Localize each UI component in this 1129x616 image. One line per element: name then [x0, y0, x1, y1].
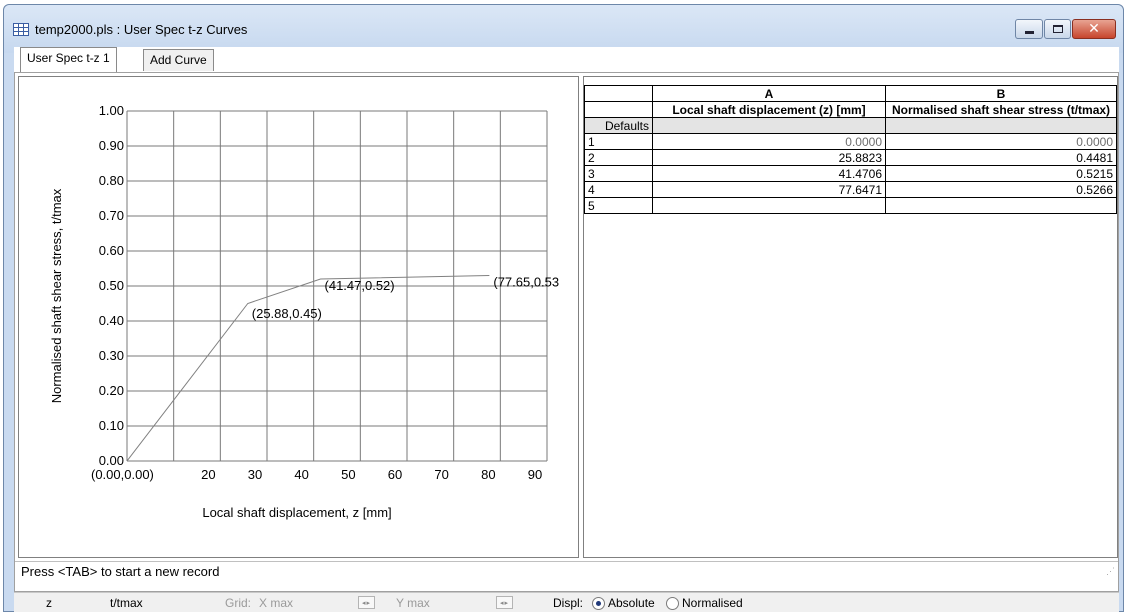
minimize-icon [1024, 30, 1034, 34]
tab-user-spec-tz-1[interactable]: User Spec t-z 1 [20, 47, 117, 72]
y-tick-label: 0.90 [99, 138, 124, 153]
cell-stress[interactable]: 0.5266 [885, 181, 1117, 198]
defaults-row: Defaults [584, 117, 1117, 134]
cell-displacement[interactable]: 77.6471 [652, 181, 886, 198]
title-bar[interactable]: temp2000.pls : User Spec t-z Curves ✕ [4, 5, 1123, 53]
close-icon: ✕ [1088, 21, 1100, 37]
row-label[interactable]: 2 [584, 149, 653, 166]
status-bar: Press <TAB> to start a new record ⋰ [15, 561, 1118, 591]
table-icon [13, 23, 29, 36]
cell-stress[interactable]: 0.0000 [885, 133, 1117, 150]
tab-strip: User Spec t-z 1 Add Curve [14, 47, 1119, 73]
corner-cell [584, 85, 653, 102]
cell-stress[interactable]: 0.5215 [885, 165, 1117, 182]
cell-stress[interactable] [885, 197, 1117, 214]
y-tick-label: 0.30 [99, 348, 124, 363]
row-label[interactable]: 3 [584, 165, 653, 182]
maximize-icon [1052, 25, 1063, 33]
cell-stress[interactable]: 0.4481 [885, 149, 1117, 166]
z-label: z [46, 596, 52, 610]
t-label: t/tmax [110, 596, 143, 610]
row-label[interactable]: 1 [584, 133, 653, 150]
table-row: 4 77.6471 0.5266 [584, 181, 1117, 198]
client-area: 0.00 0.10 0.20 0.30 0.40 0.50 0.60 0.70 0.80 0.90… [14, 72, 1119, 592]
absolute-label[interactable]: Absolute [608, 596, 655, 610]
table-row: 5 [584, 197, 1117, 214]
y-tick-label: 1.00 [99, 103, 124, 118]
maximize-button[interactable] [1044, 19, 1071, 39]
chart-options-bar: z t/tmax Grid: X max ◂▸ Y max ◂▸ Displ: … [14, 592, 1119, 612]
table-row: 2 25.8823 0.4481 [584, 149, 1117, 166]
x-tick-label: (0.00,0.00) [91, 467, 154, 482]
point-annotation: (25.88,0.45) [252, 306, 322, 321]
point-annotation: (77.65,0.53 [493, 274, 559, 289]
table-row: 1 0.0000 0.0000 [584, 133, 1117, 150]
y-tick-label: 0.70 [99, 208, 124, 223]
ymax-spinner[interactable]: ◂▸ [496, 596, 513, 609]
close-button[interactable]: ✕ [1072, 19, 1116, 39]
resize-grip-icon[interactable]: ⋰ [1106, 566, 1115, 577]
ymax-label: Y max [396, 596, 430, 610]
defaults-cell-b[interactable] [885, 117, 1117, 134]
tab-add-curve[interactable]: Add Curve [143, 49, 214, 71]
corner-cell [584, 101, 653, 118]
cell-displacement[interactable]: 25.8823 [652, 149, 886, 166]
y-tick-label: 0.10 [99, 418, 124, 433]
xmax-label: X max [259, 596, 294, 610]
xmax-spinner[interactable]: ◂▸ [358, 596, 375, 609]
normalised-radio[interactable] [666, 597, 679, 610]
cell-displacement[interactable] [652, 197, 886, 214]
tz-curve-line [126, 275, 490, 462]
absolute-radio[interactable] [592, 597, 605, 610]
window-title: temp2000.pls : User Spec t-z Curves [35, 22, 248, 37]
x-tick-label: 80 [481, 467, 495, 482]
y-tick-label: 0.00 [99, 453, 124, 468]
x-tick-label: 70 [434, 467, 448, 482]
normalised-label[interactable]: Normalised [682, 596, 743, 610]
column-header-a[interactable]: A [652, 85, 886, 102]
x-axis-title: Local shaft displacement, z [mm] [202, 505, 391, 520]
row-label[interactable]: 4 [584, 181, 653, 198]
defaults-label: Defaults [584, 117, 653, 134]
data-grid: A B Local shaft displacement (z) [mm] No… [584, 85, 1117, 214]
chart-pane: 0.00 0.10 0.20 0.30 0.40 0.50 0.60 0.70 0.80 0.90… [18, 76, 579, 558]
y-tick-label: 0.50 [99, 278, 124, 293]
point-annotation: (41.47,0.52) [325, 278, 395, 293]
tz-curve-chart: 0.00 0.10 0.20 0.30 0.40 0.50 0.60 0.70 0.80 0.90… [49, 103, 559, 520]
y-tick-label: 0.40 [99, 313, 124, 328]
x-tick-label: 60 [388, 467, 402, 482]
column-title-b: Normalised shaft shear stress (t/tmax) [885, 101, 1117, 118]
y-tick-label: 0.80 [99, 173, 124, 188]
row-label[interactable]: 5 [584, 197, 653, 214]
displ-label: Displ: [553, 596, 584, 610]
cell-displacement[interactable]: 41.4706 [652, 165, 886, 182]
x-tick-label: 40 [294, 467, 308, 482]
y-tick-label: 0.60 [99, 243, 124, 258]
y-tick-label: 0.20 [99, 383, 124, 398]
x-tick-label: 50 [341, 467, 355, 482]
cell-displacement[interactable]: 0.0000 [652, 133, 886, 150]
y-axis-title: Normalised shaft shear stress, t/tmax [49, 188, 64, 403]
status-message: Press <TAB> to start a new record [21, 564, 220, 579]
defaults-cell-a[interactable] [652, 117, 886, 134]
table-row: 3 41.4706 0.5215 [584, 165, 1117, 182]
x-tick-label: 20 [201, 467, 215, 482]
column-title-a: Local shaft displacement (z) [mm] [652, 101, 886, 118]
x-tick-label: 30 [248, 467, 262, 482]
column-header-b[interactable]: B [885, 85, 1117, 102]
x-tick-label: 90 [528, 467, 542, 482]
table-pane: A B Local shaft displacement (z) [mm] No… [583, 76, 1118, 558]
grid-label: Grid: [225, 596, 252, 610]
minimize-button[interactable] [1015, 19, 1043, 39]
